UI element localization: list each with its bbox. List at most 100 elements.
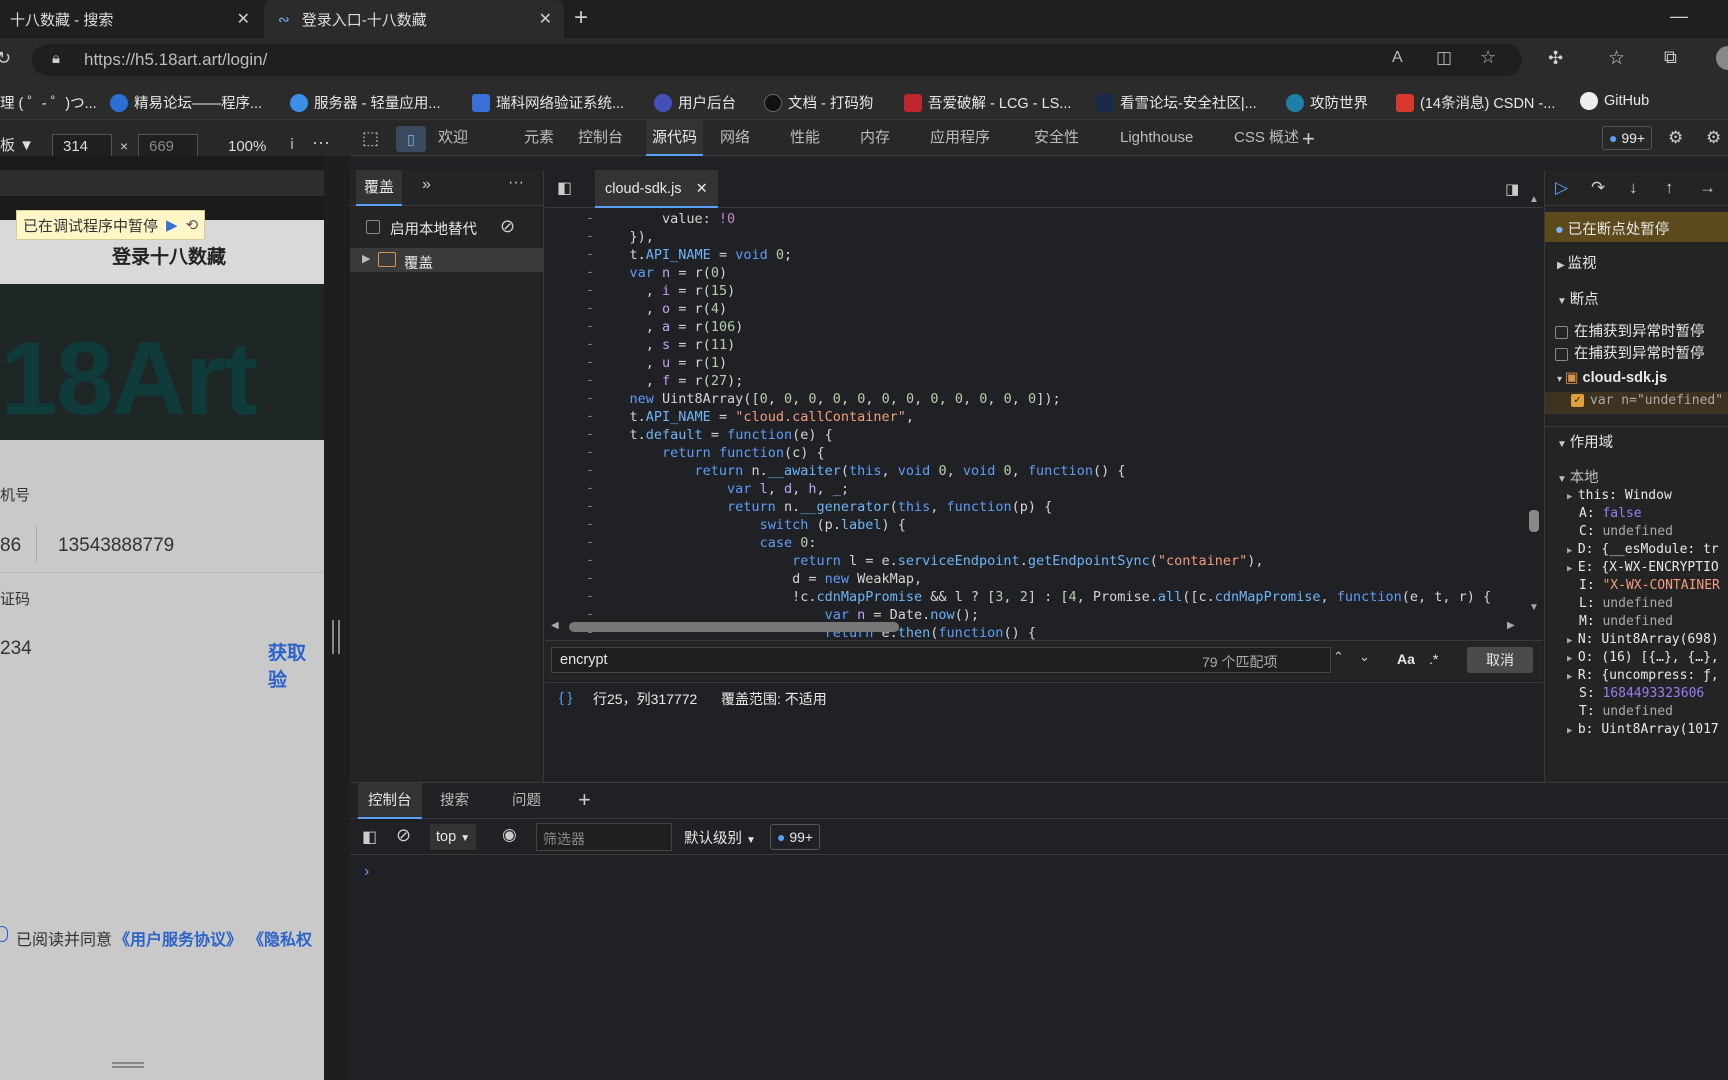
vertical-scrollbar-thumb[interactable] [1529,510,1539,532]
close-file-icon[interactable]: ✕ [696,181,708,197]
bookmark-item[interactable]: (14条消息) CSDN -... [1396,92,1555,113]
resume-icon[interactable]: ▶︎ [166,216,178,234]
step-out-icon[interactable]: ↑ [1665,178,1674,198]
drawer-tab-search[interactable]: 搜索 [440,783,469,819]
toggle-debugger-icon[interactable]: ◨ [1505,180,1519,198]
resize-handle-icon[interactable] [332,620,340,654]
extensions-icon[interactable]: ✣ [1548,48,1563,69]
breakpoint-item[interactable]: ✓ var n="undefined" [1545,392,1728,414]
expand-arrow-icon[interactable]: ▶ [1567,492,1578,502]
bookmark-item[interactable]: 攻防世界 [1286,92,1368,113]
step-icon[interactable]: → [1699,178,1716,198]
add-drawer-tab-icon[interactable]: + [578,787,591,813]
match-case-button[interactable]: Aa [1397,651,1415,667]
step-over-icon[interactable]: ↷ [1591,178,1605,198]
tab-performance[interactable]: 性能 [790,120,820,156]
scope-variable[interactable]: ▶ b: Uint8Array(1017 [1545,722,1719,740]
step-over-icon[interactable]: ⟲ [186,216,199,234]
resume-icon[interactable]: ▷ [1555,178,1568,198]
sidebar-toggle-icon[interactable]: ◧ [362,827,377,847]
scope-variable[interactable]: ▶ E: {X-WX-ENCRYPTIO [1545,560,1719,578]
profile-avatar[interactable] [1716,46,1728,70]
previous-match-icon[interactable]: ⌃ [1333,649,1344,665]
pause-uncaught-checkbox[interactable] [1555,325,1568,339]
settings-connect-icon[interactable]: ⚙ [1668,128,1683,148]
expand-arrow-icon[interactable]: ▶ [1567,546,1578,556]
tree-item-overrides[interactable]: ▶ 覆盖 [350,248,544,272]
expand-arrow-icon[interactable]: ▶ [1567,654,1578,664]
bookmark-item[interactable]: 精易论坛——程序... [110,92,262,113]
bookmark-item[interactable]: 文档 - 打码狗 [764,92,873,113]
scroll-down-arrow-icon[interactable]: ▼ [1529,602,1539,613]
scope-variable[interactable]: ▶ R: {uncompress: ƒ, [1545,668,1719,686]
tab-sources[interactable]: 源代码 [646,120,704,156]
minimize-icon[interactable]: — [1670,6,1688,27]
expand-arrow-icon[interactable]: ▶ [1567,672,1578,682]
clear-console-icon[interactable]: ⊘ [396,825,411,846]
drawer-tab-issues[interactable]: 问题 [512,783,541,819]
expand-arrow-icon[interactable]: ▶ [1567,726,1578,736]
toggle-navigator-icon[interactable]: ◧ [557,178,572,198]
device-dropdown-arrow-icon[interactable]: 板 ▼ [0,134,34,155]
console-issues-badge[interactable]: ● 99+ [770,824,821,850]
scope-variable[interactable]: ▶ this: Window [1545,488,1672,506]
privacy-link[interactable]: 《隐私权 [248,926,312,950]
code-area[interactable]: - value: !0 - }), - t.API_NAME = void 0;… [545,210,1543,676]
scroll-right-arrow-icon[interactable]: ▶ [1507,620,1515,631]
url-field[interactable]: 🔒︎ https://h5.18art.art/login/ A ◫ ☆ [32,44,1522,76]
service-agreement-link[interactable]: 《用户服务协议》 [114,926,242,950]
tab-memory[interactable]: 内存 [860,120,890,156]
find-input[interactable]: encrypt 79 个匹配项 [551,647,1331,673]
bookmark-item[interactable]: 服务器 - 轻量应用... [290,92,440,113]
zoom-select[interactable]: 100% [228,138,266,155]
get-code-button[interactable]: 获取验 [268,638,324,692]
device-more-icon[interactable]: ⅰ [290,136,294,153]
cancel-search-button[interactable]: 取消 [1467,647,1533,673]
more-panels-icon[interactable]: » [422,176,431,194]
bookmark-item[interactable]: 看雪论坛-安全社区|... [1096,92,1257,113]
scope-local[interactable]: ▼ 本地 [1545,466,1728,487]
step-into-icon[interactable]: ↓ [1629,178,1638,198]
code-input[interactable]: 234 [0,638,32,660]
clear-icon[interactable]: ⊘ [500,216,515,237]
scroll-left-arrow-icon[interactable]: ◀ [551,620,559,631]
console-filter-input[interactable]: 筛选器 [536,823,672,851]
file-tab[interactable]: cloud-sdk.js ✕ [595,170,718,208]
horizontal-scrollbar-thumb[interactable] [569,622,899,632]
read-aloud-icon[interactable]: A [1392,49,1403,67]
favorites-icon[interactable]: ☆ [1608,47,1625,70]
scope-variable[interactable]: ▶ D: {__esModule: tr [1545,542,1719,560]
scroll-up-arrow-icon[interactable]: ▲ [1529,194,1539,205]
browser-tab-active[interactable]: ∾ 登录入口-十八数藏 ✕ [264,0,564,38]
phone-prefix[interactable]: 86 [0,535,21,557]
tab-network[interactable]: 网络 [720,120,750,156]
device-menu-icon[interactable]: ··· [312,132,330,153]
refresh-icon[interactable]: ↻ [0,48,11,69]
split-screen-icon[interactable]: ◫ [1436,48,1452,68]
favorite-add-icon[interactable]: ☆ [1480,47,1496,68]
gear-icon[interactable]: ⚙ [1706,128,1721,148]
close-tab-icon[interactable]: ✕ [237,9,250,29]
section-scope[interactable]: ▼ 作用域 [1545,426,1728,452]
tab-security[interactable]: 安全性 [1034,120,1079,156]
breakpoint-file[interactable]: ▾ ▣ cloud-sdk.js [1545,370,1728,386]
pretty-print-icon[interactable]: { } [559,689,572,705]
context-select[interactable]: top ▼ [430,824,477,850]
tab-welcome[interactable]: 欢迎 [438,120,468,156]
pause-uncaught-option[interactable]: 在捕获到异常时暂停 [1545,320,1728,341]
tab-application[interactable]: 应用程序 [930,120,990,156]
agree-checkbox[interactable] [0,926,8,942]
next-match-icon[interactable]: ⌄ [1359,649,1370,665]
tab-elements[interactable]: 元素 [524,120,554,156]
local-override-checkbox[interactable] [366,220,380,234]
bookmark-item[interactable]: 理 ( ゜- ゜)つ... [0,92,97,113]
pause-caught-checkbox[interactable] [1555,347,1568,361]
bookmark-item[interactable]: GitHub [1580,92,1649,110]
bookmark-item[interactable]: 用户后台 [654,92,736,113]
device-toggle-icon[interactable]: ▯ [396,126,426,152]
bottom-resize-icon[interactable] [112,1062,144,1068]
breakpoint-checkbox[interactable]: ✓ [1571,393,1584,407]
lock-icon[interactable]: 🔒︎ [52,50,60,67]
bookmark-item[interactable]: 瑞科网络验证系统... [472,92,624,113]
scope-variable[interactable]: ▶ O: (16) [{…}, {…}, [1545,650,1719,668]
